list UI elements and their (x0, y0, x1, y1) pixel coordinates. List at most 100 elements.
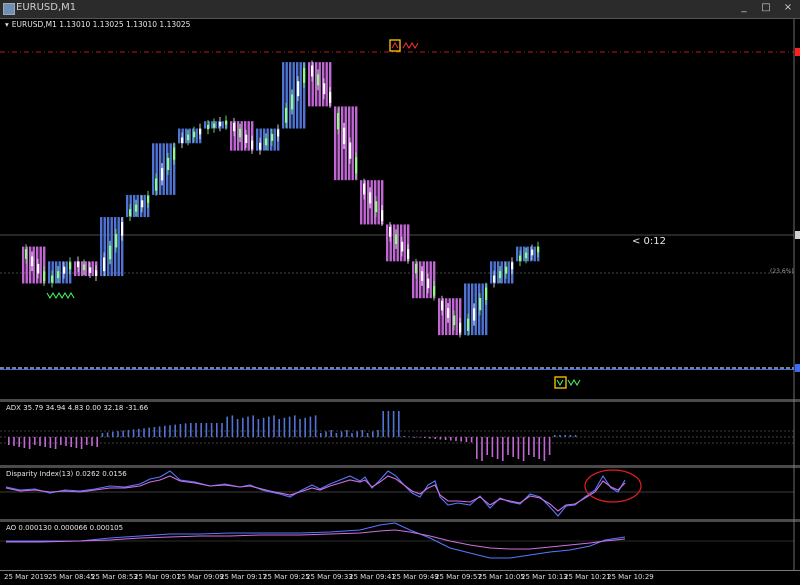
adx-bar (382, 411, 384, 437)
candle-body (77, 261, 80, 268)
adx-bar (574, 435, 577, 437)
candle-body (421, 271, 424, 281)
time-label: 25 Mar 09:49 (392, 573, 439, 581)
candle-body (161, 168, 164, 181)
box-bar-stripe (230, 121, 233, 151)
candle-body (369, 192, 372, 204)
adx-bar (294, 415, 296, 437)
adx-bar (242, 417, 244, 437)
adx-bar (153, 427, 156, 437)
adx-bar (366, 433, 369, 437)
adx-bar (569, 435, 572, 437)
adx-bar (169, 425, 171, 437)
adx-bar (184, 423, 187, 437)
adx-bar (148, 427, 150, 437)
adx-label: ADX 35.79 34.94 4.83 0.00 32.18 -31.66 (6, 404, 149, 412)
disparity-line-magenta (5, 475, 626, 512)
time-label: 25 Mar 09:33 (306, 573, 353, 581)
candle-body (173, 147, 176, 160)
adx-bar (460, 437, 462, 442)
candle-body (537, 246, 540, 253)
box-bar-stripe (360, 180, 363, 225)
candle-body (155, 178, 158, 191)
adx-bar (424, 437, 426, 438)
sell-signal-icon[interactable] (389, 39, 419, 52)
adx-bar (205, 423, 208, 437)
time-label: 25 Mar 10:13 (521, 573, 568, 581)
candle-body (193, 131, 196, 138)
candle-body (121, 222, 124, 236)
box-bar-stripe (65, 261, 68, 284)
box-bar-stripe (74, 261, 77, 277)
adx-bar (512, 437, 514, 457)
pane-separator-3[interactable] (0, 519, 800, 522)
time-label: 25 Mar 10:21 (564, 573, 611, 581)
candle-body (311, 65, 314, 77)
box-bar-stripe (117, 217, 120, 277)
adx-bar (403, 436, 405, 437)
candle-body (447, 308, 450, 318)
candle-body (69, 262, 72, 270)
adx-bar (247, 416, 249, 437)
adx-bar (340, 431, 343, 437)
candle-body (453, 315, 456, 326)
buy-signal-icon[interactable] (554, 376, 581, 389)
adx-bar (309, 416, 312, 437)
adx-bar (413, 437, 416, 438)
adx-bar (502, 437, 504, 461)
adx-bar (164, 425, 166, 437)
candle-body (381, 210, 384, 222)
adx-bar (314, 415, 317, 437)
adx-bar (23, 437, 26, 448)
adx-bar (86, 437, 88, 445)
candle-body (219, 121, 222, 127)
pane-separator-1[interactable] (0, 399, 800, 402)
chart-canvas[interactable] (0, 0, 800, 584)
adx-bar (268, 416, 270, 437)
time-label: 25 Mar 09:01 (134, 573, 181, 581)
adx-bar (517, 437, 520, 459)
current-price-tag (795, 231, 800, 239)
candle-body (187, 134, 190, 141)
time-label: 25 Mar 10:29 (607, 573, 654, 581)
box-bars (22, 62, 540, 336)
adx-bar (522, 437, 525, 461)
candle-body (181, 137, 184, 144)
adx-bar (210, 423, 213, 437)
box-bar-stripe (403, 224, 406, 262)
adx-bar (304, 417, 306, 437)
candle-body (459, 322, 462, 333)
candle-body (25, 249, 28, 259)
adx-bar (70, 437, 72, 447)
pane-separator-2[interactable] (0, 465, 800, 468)
adx-bar (429, 437, 431, 439)
adx-bar (392, 411, 395, 437)
adx-bar (486, 437, 488, 455)
adx-bar (132, 429, 135, 437)
adx-bar (543, 437, 546, 461)
adx-bar (18, 437, 20, 447)
candle-body (135, 204, 138, 212)
adx-bar (387, 411, 390, 437)
box-bar-stripe (273, 128, 276, 151)
candle-body (207, 124, 210, 130)
adx-bar (444, 437, 447, 440)
box-bar-stripe (48, 261, 51, 284)
adx-bar (200, 423, 202, 437)
adx-bar (65, 437, 67, 446)
candle-body (89, 267, 92, 273)
adx-bar (13, 437, 15, 446)
box-bar-stripe (143, 194, 146, 218)
adx-bar (507, 437, 509, 455)
box-bar-stripe (351, 106, 354, 181)
annotation-circle (584, 469, 642, 503)
candle-body (479, 298, 482, 311)
adx-bar (179, 424, 182, 437)
box-bar-stripe (195, 128, 198, 144)
candle-body (43, 271, 46, 281)
candle-body (245, 134, 248, 143)
time-label: 25 Mar 09:25 (263, 573, 310, 581)
box-bar-stripe (39, 246, 42, 284)
candle-body (349, 142, 352, 159)
adx-bar (8, 437, 10, 445)
